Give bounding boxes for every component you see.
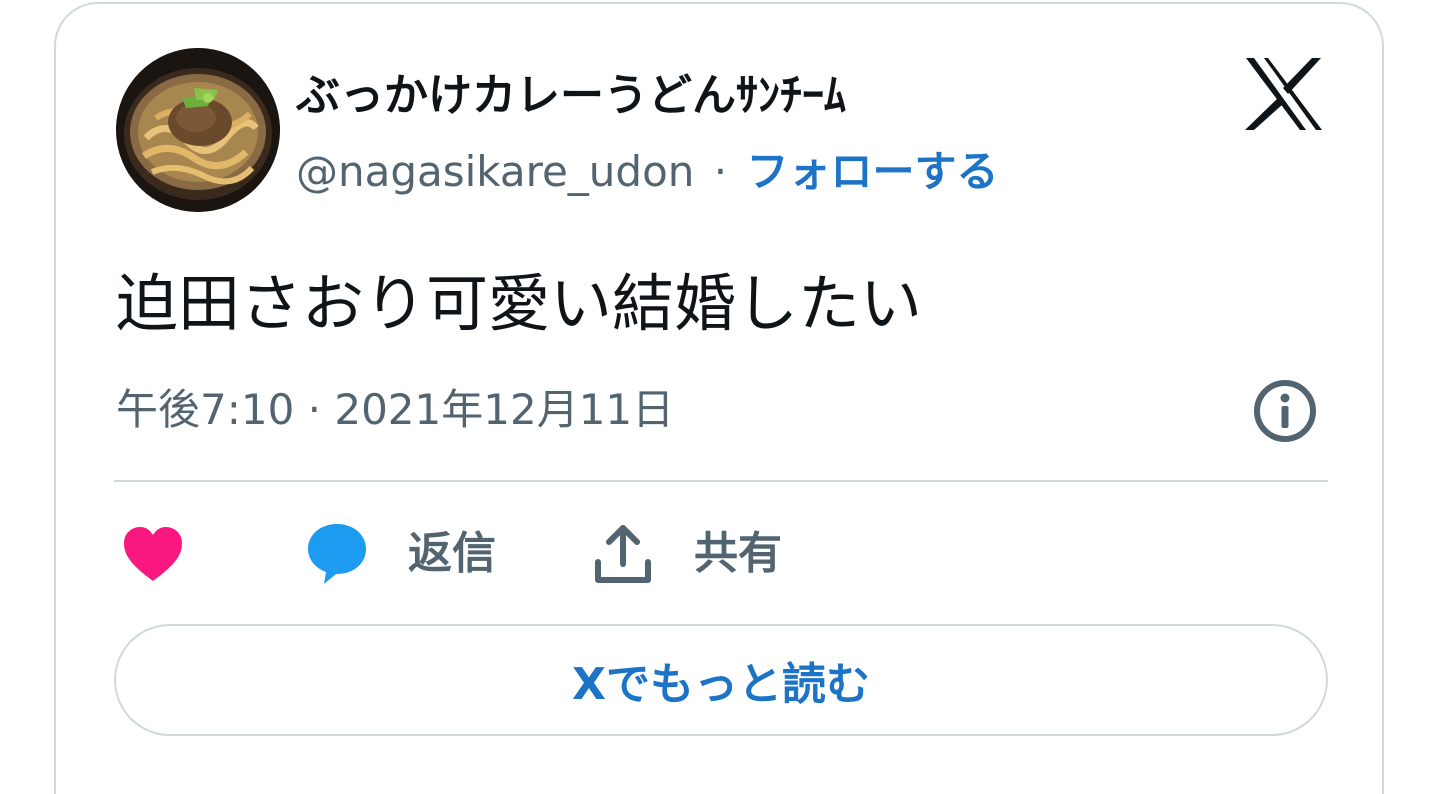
follow-button[interactable]: フォローする <box>746 147 998 196</box>
read-more-on-x-button[interactable]: Xでもっと読む <box>114 624 1328 736</box>
reply-button[interactable]: 返信 <box>306 520 496 588</box>
share-button[interactable]: 共有 <box>592 520 782 588</box>
x-logo-icon[interactable] <box>1244 56 1324 132</box>
curry-udon-avatar-image <box>116 48 280 212</box>
share-upload-icon <box>595 525 651 583</box>
author-handle[interactable]: @nagasikare_udon <box>296 147 694 196</box>
read-more-label: Xでもっと読む <box>572 659 870 710</box>
reply-bubble-icon <box>308 524 366 584</box>
tweet-text: 迫田さおり可愛い結婚したい <box>116 267 923 340</box>
author-handle-line: @nagasikare_udon · フォローする <box>296 144 999 200</box>
separator-dot: · <box>713 147 728 196</box>
info-icon[interactable] <box>1252 378 1318 444</box>
author-display-name[interactable]: ぶっかけカレーうどんｻﾝﾁｰﾑ <box>296 68 846 124</box>
reply-label: 返信 <box>408 528 496 579</box>
tweet-card: ぶっかけカレーうどんｻﾝﾁｰﾑ @nagasikare_udon · フォローす… <box>54 2 1384 794</box>
heart-icon <box>124 527 182 581</box>
share-label: 共有 <box>694 528 782 579</box>
divider <box>114 480 1328 482</box>
avatar[interactable] <box>116 48 280 212</box>
like-button[interactable] <box>122 522 184 586</box>
tweet-timestamp[interactable]: 午後7:10 · 2021年12月11日 <box>116 382 674 438</box>
